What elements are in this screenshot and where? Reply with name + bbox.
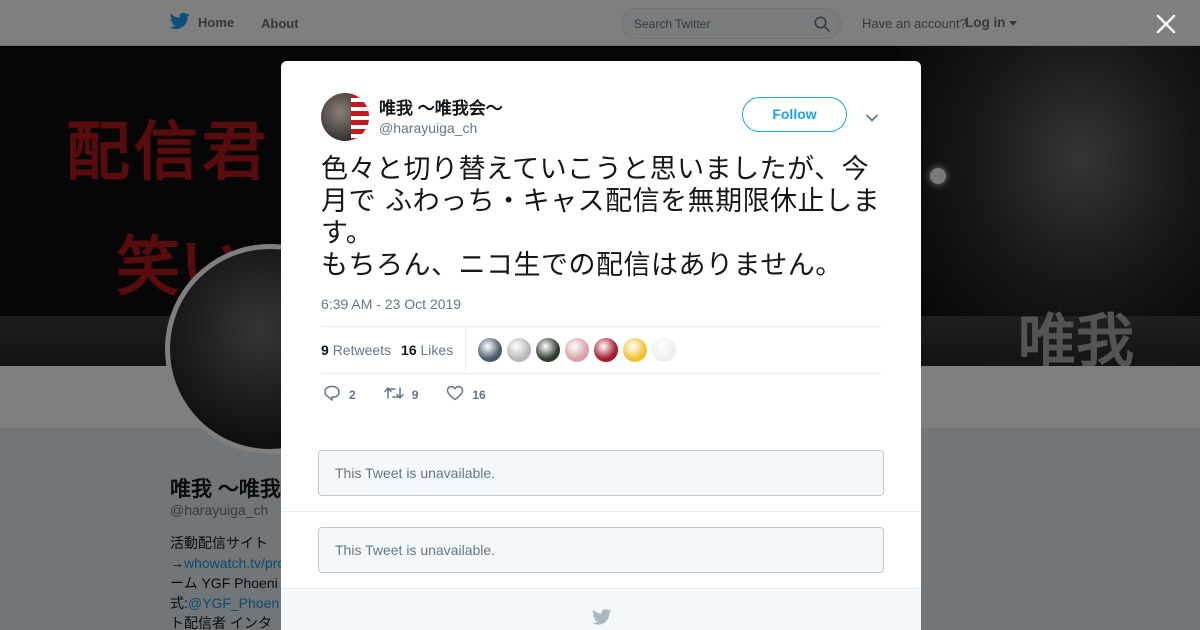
likes-stat[interactable]: 16 Likes (401, 342, 453, 358)
liker-avatar[interactable] (681, 338, 705, 362)
liker-avatar[interactable] (594, 338, 618, 362)
tweet-timestamp[interactable]: 6:39 AM - 23 Oct 2019 (321, 296, 461, 312)
chevron-down-icon[interactable] (865, 110, 879, 128)
retweet-button[interactable]: 9 (383, 385, 419, 404)
retweets-label: Retweets (332, 342, 392, 358)
liker-avatar[interactable] (478, 338, 502, 362)
follow-button[interactable]: Follow (742, 97, 847, 132)
tweet-text-content: 色々と切り替えていこうと思いましたが、今月で ふわっち・キャス配信を無期限休止し… (321, 154, 881, 281)
liker-avatar[interactable] (623, 338, 647, 362)
reply-button[interactable]: 2 (323, 385, 356, 404)
twitter-bird-icon (592, 609, 612, 630)
divider (321, 373, 881, 374)
liker-avatar[interactable] (536, 338, 560, 362)
unavailable-tweet: This Tweet is unavailable. (318, 450, 884, 496)
tweet-modal: 唯我 ～唯我会～ @harayuiga_ch Follow 色々と切り替えていこ… (281, 61, 921, 630)
divider (281, 511, 921, 512)
retweet-count: 9 (411, 387, 419, 402)
like-button[interactable]: 16 (446, 385, 486, 404)
avatar-stripe (351, 93, 369, 141)
stats-separator (465, 327, 466, 373)
tweet-stats: 9 Retweets 16 Likes (321, 327, 463, 373)
liker-avatar[interactable] (565, 338, 589, 362)
like-count: 16 (472, 387, 486, 402)
retweets-stat[interactable]: 9 Retweets (321, 342, 391, 358)
likes-count: 16 (401, 342, 417, 358)
liker-avatars (478, 338, 705, 362)
reply-icon (323, 385, 341, 404)
liker-avatar[interactable] (652, 338, 676, 362)
likes-label: Likes (420, 342, 454, 358)
unavailable-tweet: This Tweet is unavailable. (318, 527, 884, 573)
tweet-actions: 2 9 16 (323, 385, 514, 404)
retweets-count: 9 (321, 342, 329, 358)
heart-icon (446, 385, 464, 404)
reply-count: 2 (349, 387, 356, 402)
author-handle[interactable]: @harayuiga_ch (379, 120, 477, 136)
retweet-icon (383, 385, 404, 404)
tweet-text: 色々と切り替えていこうと思いましたが、今月で ふわっち・キャス配信を無期限休止し… (321, 154, 891, 282)
modal-footer (281, 588, 921, 630)
close-icon[interactable] (1154, 12, 1178, 36)
author-avatar[interactable] (321, 93, 369, 141)
author-name[interactable]: 唯我 ～唯我会～ (379, 94, 503, 119)
liker-avatar[interactable] (507, 338, 531, 362)
